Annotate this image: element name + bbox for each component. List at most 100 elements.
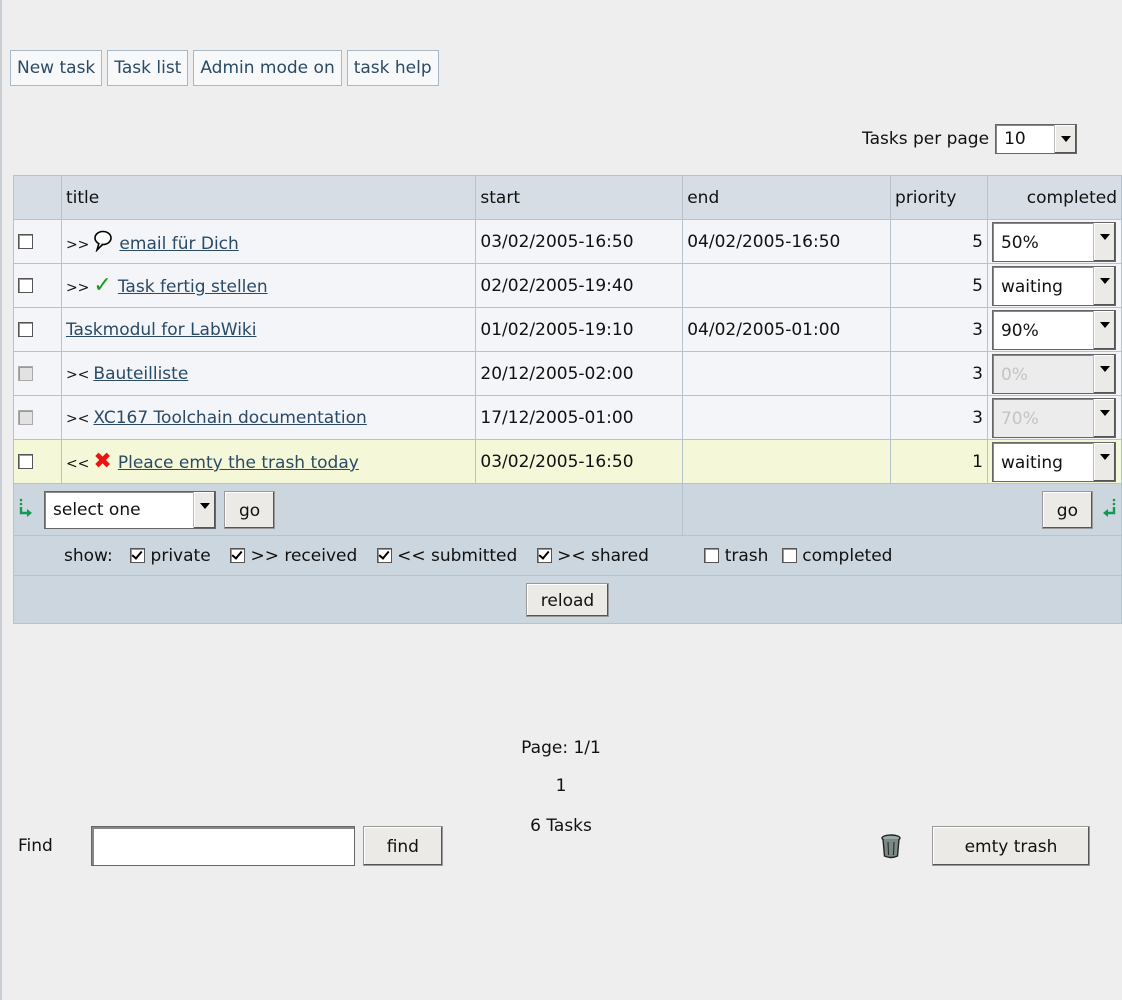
bulk-action-row: select one go go [12, 483, 1122, 536]
filter-received-label: >> received [250, 545, 358, 566]
table-row: >< Bauteilliste 20/12/2005-02:00 3 0% [13, 351, 1122, 396]
task-priority: 3 [890, 395, 988, 440]
table-header-row: title start end priority completed [13, 175, 1122, 220]
task-start: 03/02/2005-16:50 [475, 439, 684, 484]
header-start[interactable]: start [475, 175, 684, 220]
chevron-down-icon[interactable] [193, 491, 215, 528]
completion-select: 0% [991, 353, 1116, 394]
row-select-checkbox [18, 410, 33, 425]
header-priority[interactable]: priority [890, 175, 988, 220]
task-title-link[interactable]: Taskmodul for LabWiki [66, 320, 257, 340]
trash-area: emty trash [880, 826, 1090, 866]
task-start: 03/02/2005-16:50 [475, 219, 684, 264]
task-end [682, 395, 892, 440]
find-bar: Find find [18, 826, 443, 866]
reload-row: reload [13, 575, 1122, 624]
table-row: << ✖ Pleace emty the trash today 03/02/200… [13, 439, 1122, 484]
chevron-down-icon[interactable] [1092, 266, 1115, 305]
task-start: 20/12/2005-02:00 [475, 351, 684, 396]
top-navigation: New task Task list Admin mode on task he… [10, 50, 439, 86]
tasks-per-page-label: Tasks per page [862, 129, 990, 149]
table-row: >> ✓ Task fertig stellen 02/02/2005-19:40 … [13, 263, 1122, 308]
task-priority: 3 [890, 307, 988, 352]
admin-mode-link[interactable]: Admin mode on [193, 50, 342, 86]
go-button-right[interactable]: go [1041, 490, 1093, 529]
pager-page-number[interactable]: 1 [0, 776, 1122, 796]
new-task-link[interactable]: New task [10, 50, 103, 86]
received-marker: >> [65, 236, 90, 253]
filter-shared-label: >< shared [557, 545, 649, 566]
filter-received-checkbox[interactable] [230, 548, 246, 563]
task-end: 04/02/2005-01:00 [682, 307, 892, 352]
filter-shared-checkbox[interactable] [536, 548, 552, 563]
filter-private-checkbox[interactable] [130, 548, 146, 563]
filter-submitted-label: << submitted [397, 545, 518, 566]
task-priority: 5 [890, 219, 988, 264]
submitted-marker: << [65, 456, 90, 472]
speech-bubble-icon [94, 230, 113, 252]
empty-trash-button[interactable]: emty trash [932, 826, 1090, 866]
filter-submitted-checkbox[interactable] [376, 548, 392, 563]
completion-value: 90% [1000, 320, 1039, 341]
header-end[interactable]: end [682, 175, 892, 220]
reload-button[interactable]: reload [525, 582, 610, 617]
task-start: 01/02/2005-19:10 [475, 307, 684, 352]
filter-private-label: private [150, 545, 211, 566]
chevron-down-icon[interactable] [1092, 310, 1115, 349]
completion-select[interactable]: 50% [991, 221, 1116, 262]
bulk-action-value: select one [53, 499, 141, 520]
task-end [682, 439, 892, 484]
task-list-link[interactable]: Task list [107, 50, 189, 86]
filter-completed-checkbox[interactable] [781, 548, 797, 563]
completion-value: waiting [1000, 276, 1063, 297]
row-select-checkbox[interactable] [18, 454, 33, 469]
task-title-link[interactable]: XC167 Toolchain documentation [93, 408, 366, 428]
chevron-down-icon[interactable] [1092, 442, 1115, 481]
green-check-icon: ✓ [93, 273, 112, 298]
received-marker: >> [65, 280, 90, 296]
go-button-left[interactable]: go [224, 490, 276, 529]
show-filter-row: show: private >> received << submitted >… [13, 535, 1122, 576]
tasks-per-page-select[interactable]: 10 [995, 124, 1078, 154]
header-completed[interactable]: completed [986, 175, 1122, 220]
filter-trash-checkbox[interactable] [704, 548, 720, 563]
row-select-checkbox [18, 366, 33, 381]
completion-select: 70% [991, 397, 1116, 438]
tasks-per-page: Tasks per page 10 [862, 124, 1078, 154]
bulk-action-select[interactable]: select one [44, 490, 216, 529]
task-table: title start end priority completed >> ema… [12, 175, 1122, 624]
trash-can-icon [881, 834, 901, 859]
task-title-link[interactable]: Pleace emty the trash today [118, 453, 359, 473]
task-start: 02/02/2005-19:40 [475, 263, 684, 308]
completion-select[interactable]: waiting [991, 441, 1116, 482]
task-title-link[interactable]: email für Dich [119, 234, 238, 254]
shared-marker: >< [65, 410, 90, 427]
header-title[interactable]: title [60, 175, 477, 220]
task-title-link[interactable]: Task fertig stellen [118, 277, 268, 297]
task-end: 04/02/2005-16:50 [682, 219, 892, 264]
show-label: show: [64, 545, 113, 566]
filter-completed-label: completed [802, 545, 893, 566]
filter-trash-label: trash [724, 545, 769, 566]
left-edge-border [0, 0, 2, 1000]
completion-select[interactable]: 90% [991, 309, 1116, 350]
find-input[interactable] [90, 826, 355, 866]
bulk-select-arrow-icon [19, 498, 32, 517]
task-title-link[interactable]: Bauteilliste [93, 364, 188, 384]
find-button[interactable]: find [362, 826, 443, 866]
task-priority: 3 [890, 351, 988, 396]
completion-value: 50% [1000, 232, 1039, 253]
task-priority: 1 [890, 439, 988, 484]
chevron-down-icon[interactable] [1054, 125, 1077, 153]
row-select-checkbox[interactable] [18, 234, 33, 249]
header-select [13, 175, 62, 220]
red-x-icon: ✖ [93, 449, 112, 474]
table-row: >> email für Dich 03/02/2005-16:50 04/02/… [13, 219, 1122, 264]
completion-select[interactable]: waiting [991, 265, 1116, 306]
chevron-down-icon[interactable] [1092, 222, 1115, 261]
row-select-checkbox[interactable] [18, 278, 33, 293]
find-label: Find [18, 836, 53, 856]
task-help-link[interactable]: task help [346, 50, 439, 86]
completion-value: 70% [1000, 408, 1039, 429]
row-select-checkbox[interactable] [18, 322, 33, 337]
